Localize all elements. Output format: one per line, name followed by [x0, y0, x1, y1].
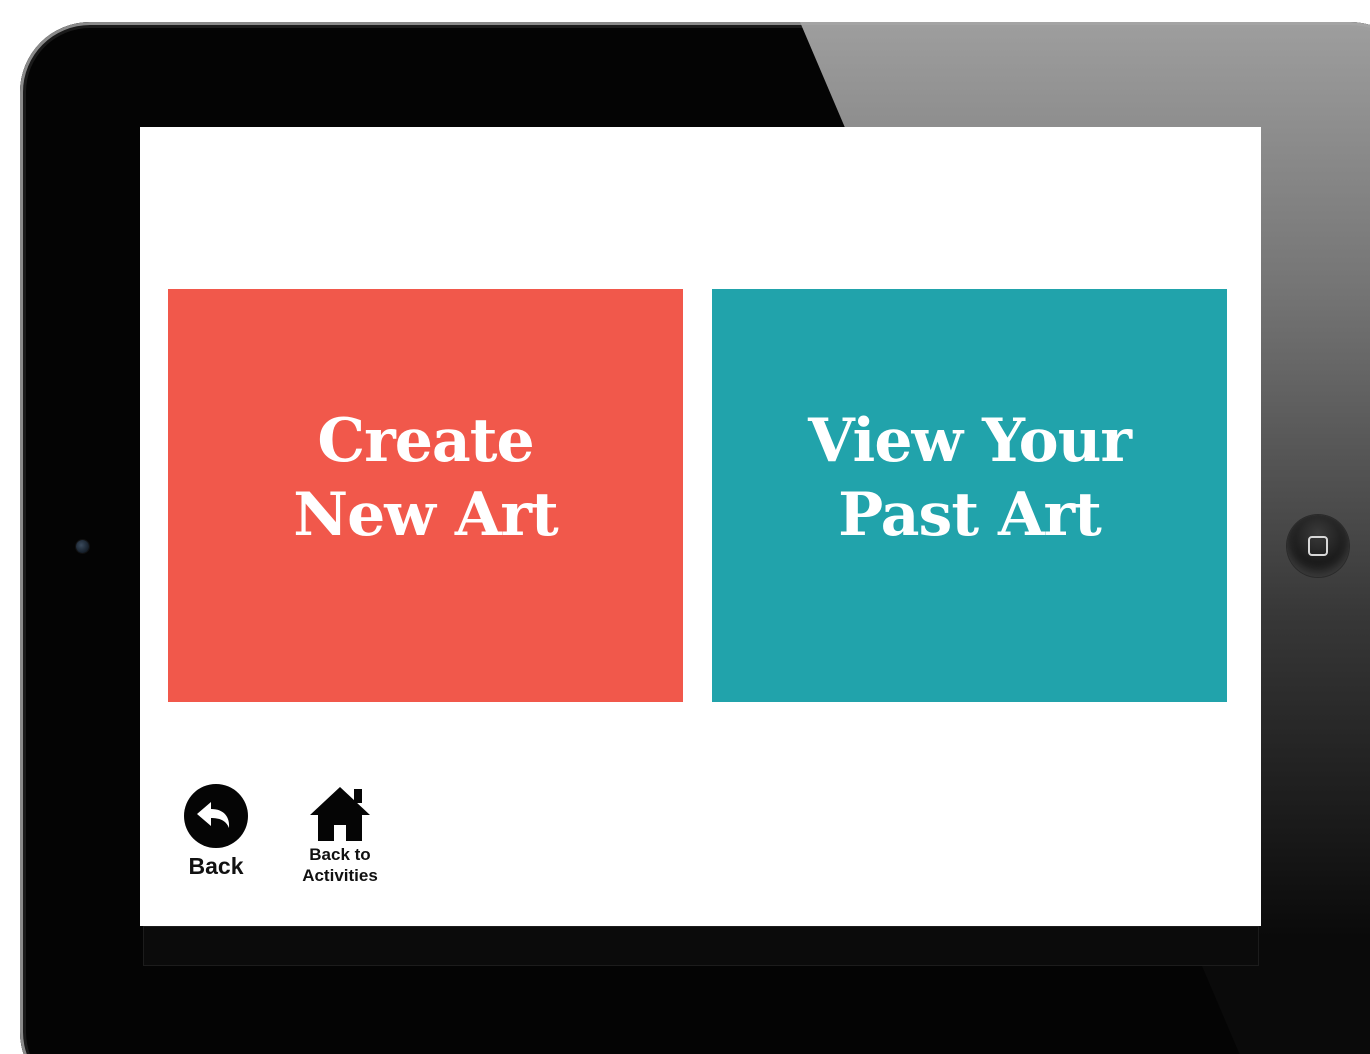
back-to-activities-line2: Activities — [302, 866, 378, 885]
view-past-art-line1: View Your — [808, 405, 1132, 476]
create-new-art-line1: Create — [317, 405, 534, 476]
create-new-art-line2: New Art — [293, 479, 558, 550]
stage: Create New Art View Your Past Art Back B… — [0, 0, 1370, 1054]
back-to-activities-label: Back to Activities — [302, 844, 378, 886]
create-new-art-button[interactable]: Create New Art — [168, 289, 683, 702]
app-screen: Create New Art View Your Past Art Back B… — [140, 127, 1261, 926]
view-past-art-button[interactable]: View Your Past Art — [712, 289, 1227, 702]
back-to-activities-button[interactable]: Back to Activities — [292, 783, 388, 886]
create-new-art-label: Create New Art — [293, 404, 558, 552]
back-label: Back — [188, 853, 244, 879]
view-past-art-label: View Your Past Art — [808, 404, 1132, 552]
back-arrow-circle-icon — [184, 784, 248, 848]
back-button[interactable]: Back — [176, 783, 256, 880]
back-to-activities-line1: Back to — [309, 845, 371, 864]
house-icon — [310, 787, 370, 841]
camera-icon — [76, 540, 89, 553]
home-button-square-icon — [1308, 536, 1328, 556]
screen-bottom-bezel — [143, 926, 1259, 966]
view-past-art-line2: Past Art — [838, 479, 1102, 550]
hardware-home-button[interactable] — [1287, 515, 1349, 577]
